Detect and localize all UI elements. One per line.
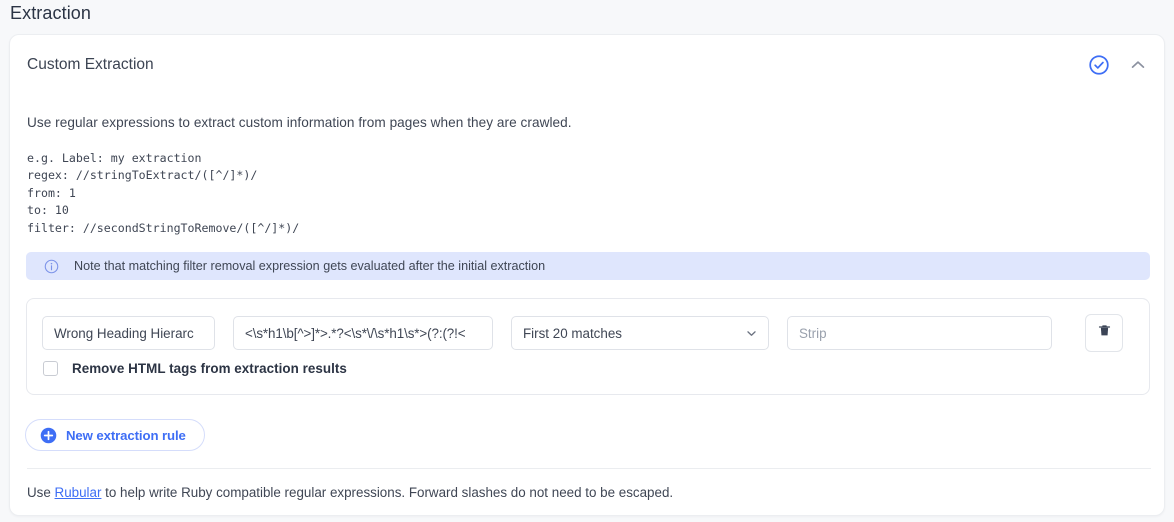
extraction-rule-row: Wrong Heading Hierarc <\s*h1\b[^>]*>.*?<… xyxy=(42,314,1123,352)
footer-text: Use Rubular to help write Ruby compatibl… xyxy=(27,485,673,500)
delete-rule-button[interactable] xyxy=(1085,314,1123,352)
info-note: Note that matching filter removal expres… xyxy=(26,252,1150,280)
remove-html-checkbox-row[interactable]: Remove HTML tags from extraction results xyxy=(43,361,347,376)
remove-html-label: Remove HTML tags from extraction results xyxy=(72,361,347,376)
new-extraction-rule-button[interactable]: New extraction rule xyxy=(25,419,205,451)
rubular-link[interactable]: Rubular xyxy=(55,485,102,500)
footer-prefix: Use xyxy=(27,485,55,500)
card-header: Custom Extraction xyxy=(10,35,1164,93)
rule-label-input[interactable]: Wrong Heading Hierarc xyxy=(42,316,215,350)
info-note-text: Note that matching filter removal expres… xyxy=(74,259,545,273)
extraction-rule-panel: Wrong Heading Hierarc <\s*h1\b[^>]*>.*?<… xyxy=(26,298,1150,395)
rule-matches-select[interactable]: First 20 matches xyxy=(511,316,769,350)
info-icon xyxy=(44,259,59,274)
rule-regex-input[interactable]: <\s*h1\b[^>]*>.*?<\s*\/\s*h1\s*>(?:(?!< xyxy=(233,316,493,350)
page-title: Extraction xyxy=(10,3,91,24)
rule-matches-select-wrap: First 20 matches xyxy=(511,316,769,350)
new-extraction-rule-label: New extraction rule xyxy=(66,428,186,443)
chevron-up-icon[interactable] xyxy=(1128,55,1148,75)
rule-strip-input[interactable]: Strip xyxy=(787,316,1052,350)
trash-icon xyxy=(1097,322,1112,344)
code-example: e.g. Label: my extraction regex: //strin… xyxy=(27,150,299,237)
footer-divider xyxy=(27,468,1151,469)
card-header-actions xyxy=(1088,54,1148,76)
extraction-page: Extraction Custom Extraction Use regular xyxy=(0,0,1174,522)
custom-extraction-card: Custom Extraction Use regular expression… xyxy=(9,34,1165,516)
card-title: Custom Extraction xyxy=(27,56,154,74)
footer-suffix: to help write Ruby compatible regular ex… xyxy=(101,485,673,500)
circle-check-icon[interactable] xyxy=(1088,54,1110,76)
card-description: Use regular expressions to extract custo… xyxy=(27,115,572,130)
remove-html-checkbox[interactable] xyxy=(43,361,58,376)
plus-circle-icon xyxy=(40,427,57,444)
